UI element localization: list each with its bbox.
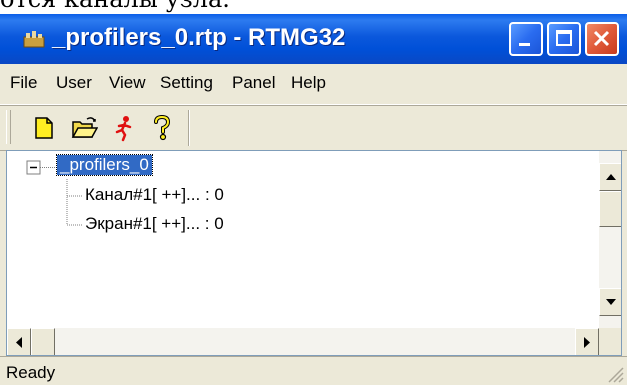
vertical-scroll-thumb[interactable] bbox=[599, 191, 621, 227]
maximize-icon bbox=[556, 30, 572, 46]
window-title: _profilers_0.rtp - RTMG32 bbox=[52, 24, 346, 51]
arrow-up-icon bbox=[606, 174, 616, 180]
scroll-corner bbox=[599, 328, 621, 355]
resize-grip-icon[interactable] bbox=[605, 364, 625, 384]
menu-setting[interactable]: Setting bbox=[160, 73, 213, 93]
menu-user[interactable]: User bbox=[56, 73, 92, 93]
app-icon bbox=[23, 31, 45, 48]
close-button[interactable] bbox=[585, 22, 619, 56]
menu-view[interactable]: View bbox=[109, 73, 146, 93]
tree-root-node[interactable]: _profilers_0 bbox=[56, 154, 153, 176]
horizontal-scroll-thumb[interactable] bbox=[31, 328, 55, 355]
tree-node-screen[interactable]: Экран#1[ ++]... : 0 bbox=[85, 214, 224, 234]
maximize-button[interactable] bbox=[547, 22, 581, 56]
page-caption-text: отся каналы узла. bbox=[0, 0, 230, 13]
menu-panel[interactable]: Panel bbox=[232, 73, 275, 93]
menu-bar: File User View Setting Panel Help bbox=[0, 64, 627, 105]
vertical-scrollbar[interactable] bbox=[599, 151, 621, 328]
horizontal-scrollbar[interactable] bbox=[7, 328, 599, 355]
minimize-button[interactable] bbox=[509, 22, 543, 56]
page-caption-fragment: отся каналы узла. bbox=[0, 0, 627, 14]
open-folder-icon[interactable] bbox=[70, 114, 98, 142]
arrow-right-icon bbox=[584, 337, 590, 348]
scroll-left-button[interactable] bbox=[7, 328, 31, 355]
status-text: Ready bbox=[6, 363, 56, 382]
help-icon[interactable] bbox=[148, 114, 176, 142]
menu-help[interactable]: Help bbox=[291, 73, 326, 93]
running-man-icon[interactable] bbox=[110, 114, 138, 142]
tree-view[interactable]: _profilers_0 Канал#1[ ++]... : 0 Экран#1… bbox=[6, 150, 622, 356]
toolbar bbox=[0, 106, 627, 151]
minimize-icon bbox=[519, 43, 530, 46]
tree-node-channel[interactable]: Канал#1[ ++]... : 0 bbox=[85, 185, 224, 205]
toolbar-separator bbox=[188, 110, 190, 146]
scroll-down-button[interactable] bbox=[599, 288, 621, 316]
toolbar-grip[interactable] bbox=[6, 110, 11, 144]
arrow-down-icon bbox=[606, 299, 616, 305]
scroll-up-button[interactable] bbox=[599, 163, 621, 191]
title-bar[interactable]: _profilers_0.rtp - RTMG32 bbox=[0, 14, 627, 64]
close-icon bbox=[593, 30, 610, 47]
app-window: _profilers_0.rtp - RTMG32 File User View… bbox=[0, 14, 627, 385]
status-bar: Ready bbox=[0, 356, 627, 385]
new-document-icon[interactable] bbox=[30, 114, 58, 142]
arrow-left-icon bbox=[16, 337, 22, 348]
menu-file[interactable]: File bbox=[10, 73, 37, 93]
scroll-right-button[interactable] bbox=[575, 328, 599, 355]
